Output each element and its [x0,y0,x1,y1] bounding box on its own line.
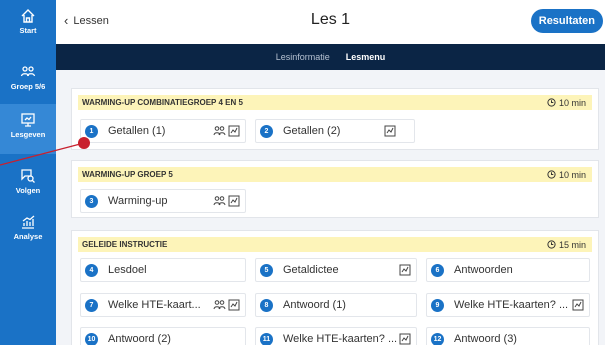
section-card: WARMING-UP GROEP 5 10 min 3 Warming-up [71,160,599,218]
section-duration: 15 min [547,240,586,250]
board-icon [399,264,411,276]
group-icon [213,126,226,136]
item-label: Lesdoel [108,264,147,276]
sidebar-item-label: Start [19,26,37,35]
board-icon [228,125,240,137]
item-number: 10 [85,332,98,345]
page-title: Les 1 [310,11,351,28]
item-number: 7 [85,298,98,312]
board-icon [572,299,584,311]
sidebar-item-start[interactable]: Start [0,0,56,50]
clock-icon [547,98,556,107]
header: ‹ Lessen Les 1 Resultaten [56,0,605,44]
item-number: 9 [431,298,444,312]
item-number: 3 [85,194,98,208]
list-item[interactable]: 7 Welke HTE-kaart... [80,293,246,317]
item-label: Welke HTE-kaarten? ... [454,299,569,311]
tab-lesinformatie[interactable]: Lesinformatie [276,52,330,62]
list-item[interactable]: 5 Getaldictee [255,258,417,282]
item-label: Antwoord (1) [283,299,346,311]
item-label: Getallen (1) [108,125,166,137]
chart-icon [22,215,35,229]
item-label: Welke HTE-kaarten? ... [283,333,398,345]
item-label: Welke HTE-kaart... [108,299,201,311]
list-item[interactable]: 12 Antwoord (3) [426,327,590,345]
sidebar-item-groep[interactable]: Groep 5/6 [0,56,56,106]
sidebar-item-label: Groep 5/6 [10,82,46,91]
section-time: 15 min [558,239,586,250]
home-icon [21,9,35,23]
sidebar: Start Groep 5/6 Lesgeven Volgen Analyse [0,0,56,345]
section-time: 10 min [558,97,586,108]
clock-icon [547,170,556,179]
item-number: 2 [260,124,273,138]
item-label: Getallen (2) [283,125,341,137]
item-label: Antwoord (3) [454,333,517,345]
sidebar-item-lesgeven[interactable]: Lesgeven [0,104,56,154]
presentation-icon [21,113,35,127]
section-title: WARMING-UP GROEP 5 [82,170,173,179]
item-number: 12 [431,332,444,345]
item-number: 5 [260,263,273,277]
list-item[interactable]: 9 Welke HTE-kaarten? ... [426,293,590,317]
section-duration: 10 min [547,170,586,180]
list-item[interactable]: 4 Lesdoel [80,258,246,282]
item-label: Antwoord (2) [108,333,171,345]
item-label: Warming-up [108,195,168,207]
sidebar-item-volgen[interactable]: Volgen [0,160,56,210]
sidebar-item-label: Lesgeven [10,130,46,139]
list-item[interactable]: 11 Welke HTE-kaarten? ... [255,327,417,345]
section-title: WARMING-UP COMBINATIEGROEP 4 EN 5 [82,98,243,107]
section-card: WARMING-UP COMBINATIEGROEP 4 EN 5 10 min… [71,88,599,150]
section-time: 10 min [558,169,586,180]
item-number: 6 [431,263,444,277]
section-header: WARMING-UP GROEP 5 10 min [78,167,592,182]
item-label: Getaldictee [283,264,339,276]
section-card: GELEIDE INSTRUCTIE 15 min 4 Lesdoel 5 Ge… [71,230,599,345]
section-title: GELEIDE INSTRUCTIE [82,240,168,249]
list-item[interactable]: 10 Antwoord (2) [80,327,246,345]
group-icon [213,300,226,310]
board-icon [228,195,240,207]
list-item[interactable]: 8 Antwoord (1) [255,293,417,317]
section-duration: 10 min [547,98,586,108]
item-number: 11 [260,332,273,345]
sidebar-item-analyse[interactable]: Analyse [0,206,56,256]
group-icon [213,196,226,206]
tab-lesmenu[interactable]: Lesmenu [346,52,386,62]
list-item[interactable]: 2 Getallen (2) [255,119,415,143]
item-label: Antwoorden [454,264,513,276]
group-icon [20,66,36,77]
board-icon [384,125,396,137]
item-number: 8 [260,298,273,312]
sidebar-item-label: Analyse [13,232,43,241]
clock-icon [547,240,556,249]
section-header: GELEIDE INSTRUCTIE 15 min [78,237,592,252]
section-header: WARMING-UP COMBINATIEGROEP 4 EN 5 10 min [78,95,592,110]
list-item[interactable]: 6 Antwoorden [426,258,590,282]
item-number: 1 [85,124,98,138]
board-icon [399,333,411,345]
lesson-tabs: Lesinformatie Lesmenu [56,44,605,70]
list-item[interactable]: 3 Warming-up [80,189,246,213]
item-number: 4 [85,263,98,277]
board-icon [228,299,240,311]
results-button[interactable]: Resultaten [530,9,603,33]
chat-search-icon [21,169,35,183]
list-item[interactable]: 1 Getallen (1) [80,119,246,143]
sidebar-item-label: Volgen [15,186,41,195]
